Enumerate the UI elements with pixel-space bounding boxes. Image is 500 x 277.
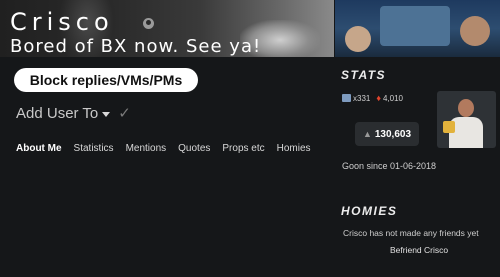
profile-status: Bored of BX now. See ya! (10, 36, 262, 57)
flame-icon: ♦ (376, 93, 381, 103)
befriend-link[interactable]: Befriend Crisco (390, 245, 448, 255)
caret-down-icon (102, 111, 111, 117)
tab-statistics[interactable]: Statistics (74, 143, 114, 154)
no-friends-text: Crisco has not made any friends yet (343, 228, 479, 238)
like-icon (342, 94, 351, 102)
homies-heading: HOMIES (341, 204, 398, 218)
tab-props[interactable]: Props etc (222, 143, 264, 154)
check-icon[interactable]: ✓ (118, 104, 131, 122)
cover-window (380, 6, 450, 46)
member-since: Goon since 01-06-2018 (342, 161, 437, 171)
tab-homies[interactable]: Homies (277, 143, 311, 154)
add-user-label: Add User To (16, 104, 99, 122)
tab-quotes[interactable]: Quotes (178, 143, 210, 154)
cover-person-right (460, 16, 490, 46)
score-badge: ▲ 130,603 (355, 122, 419, 146)
stats-row: x331 ♦ 4,010 (342, 93, 403, 103)
profile-username: Crisco (10, 8, 114, 36)
likes-count: x331 (353, 93, 371, 103)
flame-count: 4,010 (382, 93, 403, 103)
profile-tabs: About Me Statistics Mentions Quotes Prop… (16, 143, 323, 154)
score-value: 130,603 (374, 128, 412, 140)
add-user-to-menu[interactable]: Add User To ✓ (16, 104, 131, 123)
stats-heading: STATS (341, 68, 387, 82)
avatar-item (443, 121, 455, 133)
tab-mentions[interactable]: Mentions (126, 143, 167, 154)
cover-person-left (345, 26, 371, 52)
avatar-head (458, 99, 474, 117)
block-replies-button[interactable]: Block replies/VMs/PMs (14, 68, 198, 92)
cover-photo (335, 0, 500, 57)
thumb-icon: ▲ (362, 129, 372, 139)
tab-about-me[interactable]: About Me (16, 143, 62, 154)
avatar[interactable] (437, 91, 496, 148)
user-icon[interactable] (143, 18, 154, 29)
